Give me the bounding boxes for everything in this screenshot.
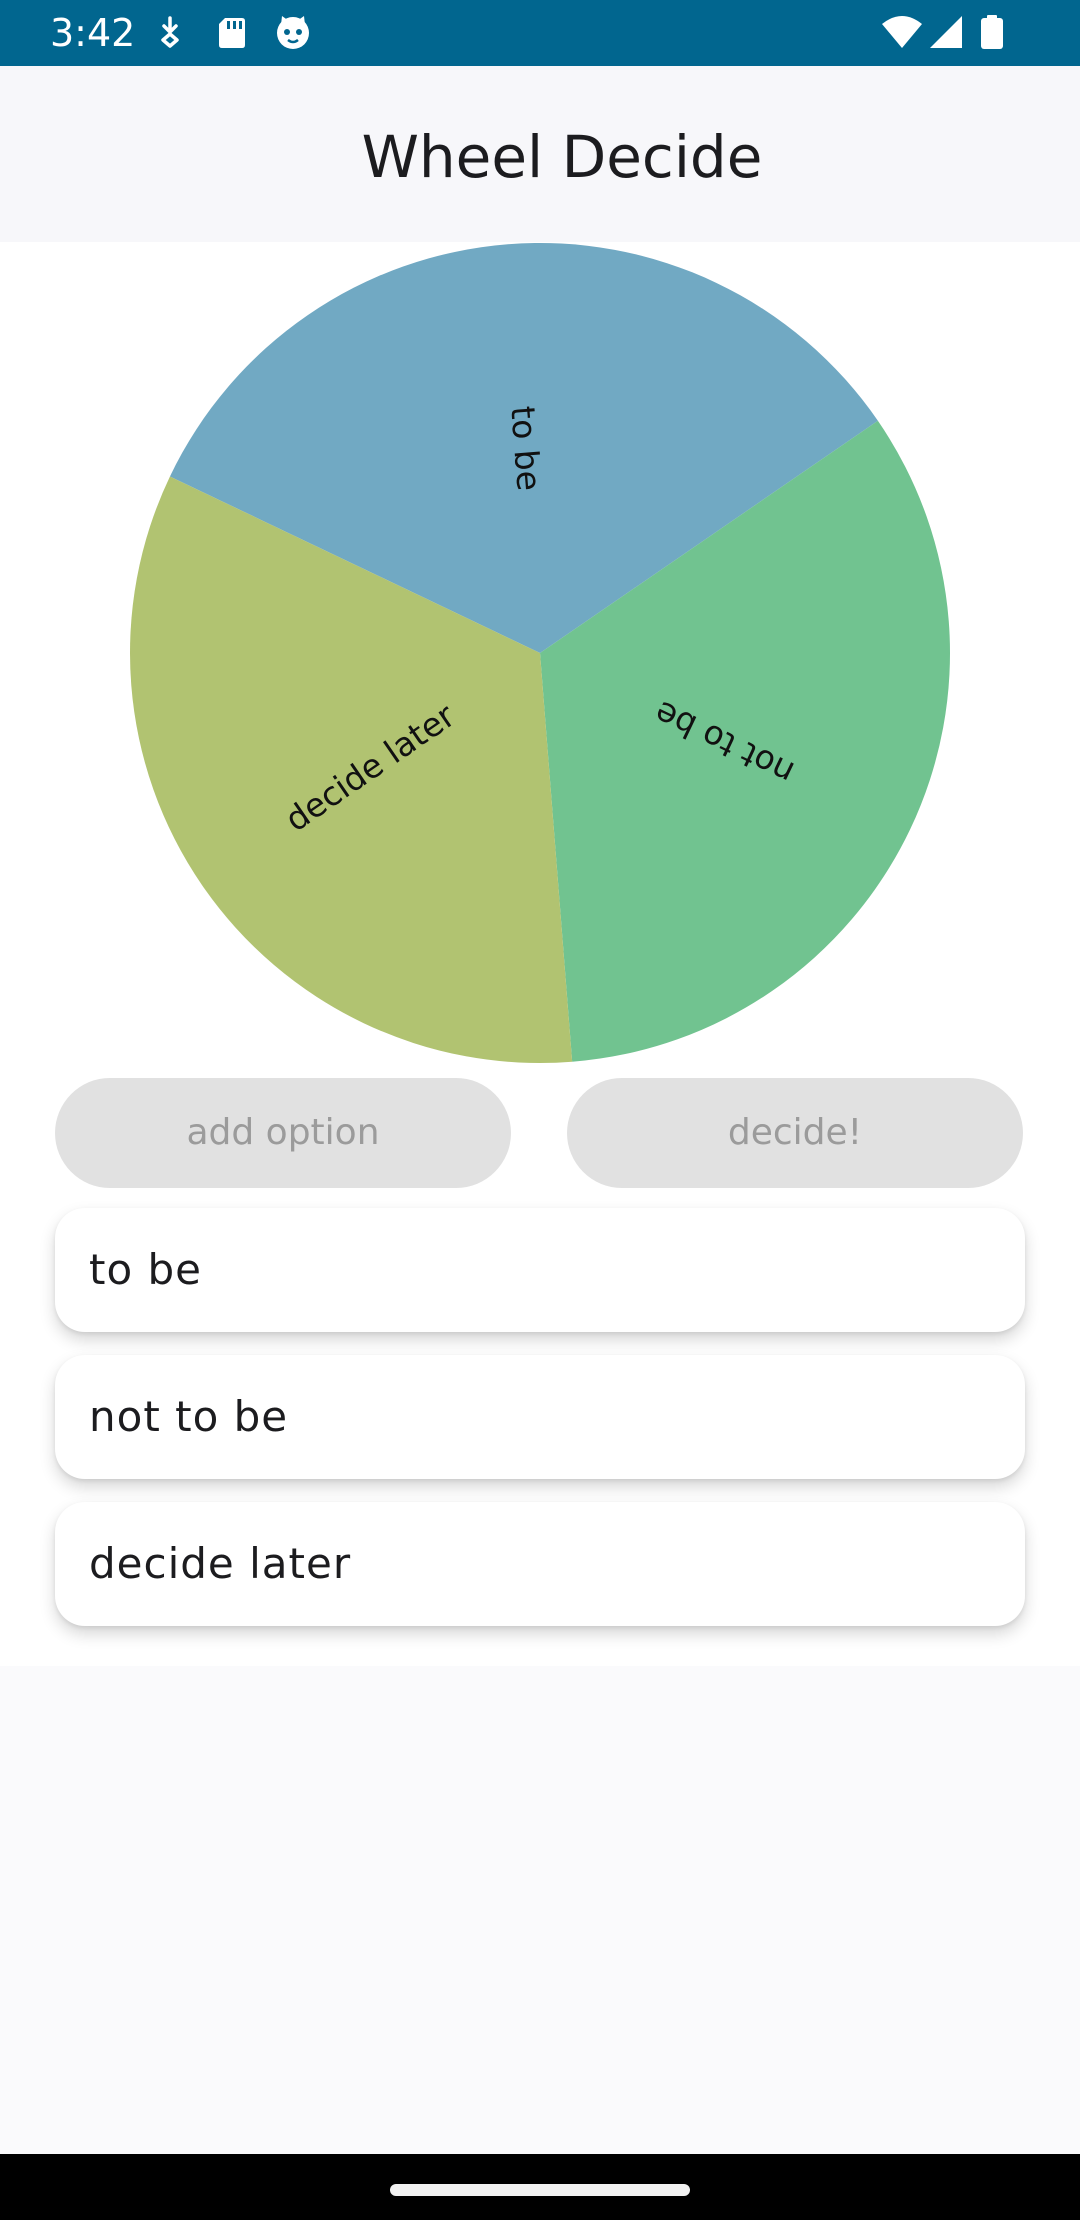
status-time: 3:42 bbox=[50, 11, 136, 55]
option-label: not to be bbox=[89, 1392, 289, 1441]
app-bar: Wheel Decide bbox=[0, 66, 1080, 242]
status-bar: 3:42 bbox=[0, 0, 1080, 66]
wheel-segment-label: to be bbox=[503, 405, 549, 493]
home-gesture-handle[interactable] bbox=[390, 2184, 690, 2196]
navigation-bar bbox=[0, 2154, 1080, 2220]
page-title: Wheel Decide bbox=[361, 123, 763, 191]
decide-button[interactable]: decide! bbox=[567, 1078, 1023, 1188]
battery-icon bbox=[978, 14, 1006, 50]
option-card-to-be[interactable]: to be bbox=[55, 1208, 1025, 1332]
option-label: to be bbox=[89, 1245, 203, 1294]
signal-icon bbox=[928, 14, 964, 50]
add-option-button[interactable]: add option bbox=[55, 1078, 511, 1188]
option-card-decide-later[interactable]: decide later bbox=[55, 1502, 1025, 1626]
download-icon bbox=[152, 14, 188, 50]
sd-card-icon bbox=[214, 14, 250, 50]
option-label: decide later bbox=[89, 1539, 352, 1588]
cat-face-icon bbox=[274, 14, 310, 50]
wifi-icon bbox=[880, 14, 924, 50]
option-card-not-to-be[interactable]: not to be bbox=[55, 1355, 1025, 1479]
